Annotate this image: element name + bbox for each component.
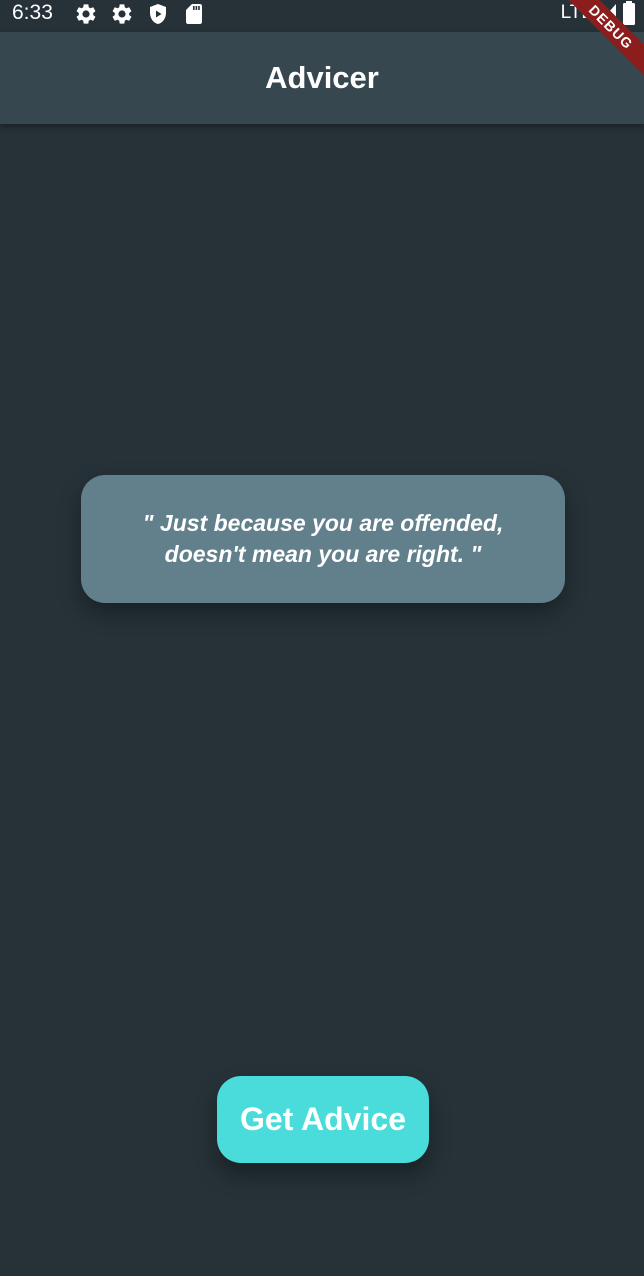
get-advice-label: Get Advice <box>240 1101 406 1137</box>
status-time: 6:33 <box>12 1 53 24</box>
settings-icon <box>76 4 96 24</box>
settings-icon <box>112 4 132 24</box>
advice-text: " Just because you are offended, doesn't… <box>142 510 504 567</box>
get-advice-button[interactable]: Get Advice <box>217 1076 429 1163</box>
advice-card: " Just because you are offended, doesn't… <box>81 475 565 603</box>
app-bar: Advicer <box>0 32 644 124</box>
battery-icon <box>623 1 635 25</box>
sd-card-icon <box>186 4 202 24</box>
status-bar: 6:33 LTE <box>0 0 644 28</box>
page-title: Advicer <box>265 60 379 95</box>
play-protect-icon <box>150 4 166 24</box>
status-notification-icons <box>74 2 206 26</box>
